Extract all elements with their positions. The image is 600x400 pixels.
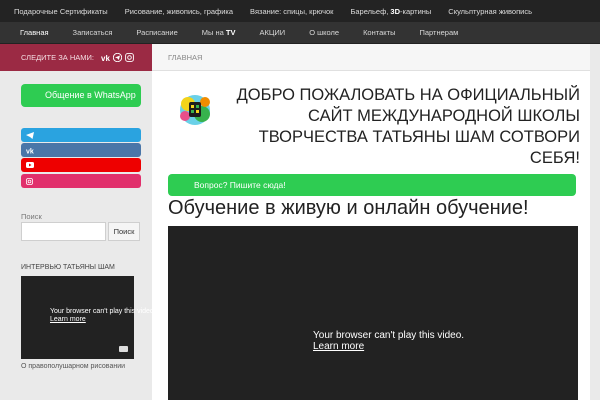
topbar-link-sculpture[interactable]: Скульптурная живопись <box>448 7 532 16</box>
main-video-learn-more-link[interactable]: Learn more <box>313 341 464 352</box>
sidebar-video-caption: О правополушарном рисовании <box>21 363 126 370</box>
follow-us-bar: СЛЕДИТЕ ЗА НАМИ: vk <box>0 44 152 71</box>
follow-us-label: СЛЕДИТЕ ЗА НАМИ: <box>21 53 94 62</box>
topbar-relief-text: Барельеф, <box>350 6 391 16</box>
main-video-player[interactable]: Your browser can't play this video. Lear… <box>168 226 578 400</box>
topbar-pictures-text: -картины <box>400 6 432 16</box>
nav-item-promotions[interactable]: АКЦИИ <box>260 28 286 37</box>
breadcrumb: ГЛАВНАЯ <box>152 44 590 71</box>
nav-item-schedule[interactable]: Расписание <box>136 28 177 37</box>
main-nav: Главная Записаться Расписание Мы на TV А… <box>0 22 600 44</box>
search-button[interactable]: Поиск <box>108 222 140 241</box>
youtube-icon <box>119 346 128 352</box>
nav-tv-text: TV <box>225 28 236 37</box>
nav-tv-prefix: Мы на <box>201 28 226 37</box>
sidebar-video-message: Your browser can't play this video. Lear… <box>50 308 156 324</box>
nav-item-partners[interactable]: Партнерам <box>419 28 458 37</box>
instagram-icon[interactable] <box>125 53 134 62</box>
youtube-button[interactable] <box>21 158 141 172</box>
vk-icon[interactable]: vk <box>101 53 110 63</box>
nav-item-contacts[interactable]: Контакты <box>363 28 395 37</box>
topbar-3d-text: 3D <box>390 6 401 16</box>
telegram-icon[interactable] <box>112 52 123 63</box>
svg-text:vk: vk <box>101 54 110 62</box>
instagram-button[interactable] <box>21 174 141 188</box>
welcome-heading: ДОБРО ПОЖАЛОВАТЬ НА ОФИЦИАЛЬНЫЙ САЙТ МЕЖ… <box>236 86 580 167</box>
vk-button[interactable]: vk <box>21 143 141 157</box>
youtube-icon <box>26 162 34 168</box>
svg-text:vk: vk <box>26 148 34 154</box>
sidebar-video-learn-more-link[interactable]: Learn more <box>50 316 156 324</box>
school-logo <box>174 92 216 128</box>
topbar-link-relief[interactable]: Барельеф, 3D-картины <box>350 7 431 16</box>
main-video-message: Your browser can't play this video. Lear… <box>313 330 464 352</box>
nav-item-about[interactable]: О школе <box>309 28 339 37</box>
section-heading: Обучение в живую и онлайн обучение! <box>168 197 529 219</box>
interview-heading: ИНТЕРВЬЮ ТАТЬЯНЫ ШАМ <box>21 264 115 271</box>
nav-item-tv[interactable]: Мы на TV <box>202 28 236 37</box>
instagram-icon <box>26 177 33 185</box>
breadcrumb-current: ГЛАВНАЯ <box>168 52 203 62</box>
topbar-link-painting[interactable]: Рисование, живопись, графика <box>125 7 233 16</box>
telegram-button[interactable] <box>21 128 141 142</box>
top-category-bar: Подарочные Сертификаты Рисование, живопи… <box>0 0 600 22</box>
nav-item-home[interactable]: Главная <box>20 28 49 37</box>
telegram-icon <box>26 131 34 139</box>
sidebar: Общение в WhatsApp vk Поиск Поиск ИНТЕРВ… <box>0 71 156 400</box>
nav-item-signup[interactable]: Записаться <box>73 28 113 37</box>
sidebar-video-error: Your browser can't play this video. <box>50 308 156 315</box>
topbar-link-gift-certificates[interactable]: Подарочные Сертификаты <box>14 7 108 16</box>
page-margin <box>590 44 600 400</box>
whatsapp-button[interactable]: Общение в WhatsApp <box>21 84 141 107</box>
search-label: Поиск <box>21 212 42 221</box>
main-video-error: Your browser can't play this video. <box>313 330 465 341</box>
search-input[interactable] <box>21 222 106 241</box>
vk-icon: vk <box>26 148 34 154</box>
sidebar-video-player[interactable]: Your browser can't play this video. Lear… <box>21 276 156 359</box>
question-button[interactable]: Вопрос? Пишите сюда! <box>168 174 576 196</box>
topbar-link-knitting[interactable]: Вязание: спицы, крючок <box>250 7 333 16</box>
main-content: ДОБРО ПОЖАЛОВАТЬ НА ОФИЦИАЛЬНЫЙ САЙТ МЕЖ… <box>152 71 590 400</box>
